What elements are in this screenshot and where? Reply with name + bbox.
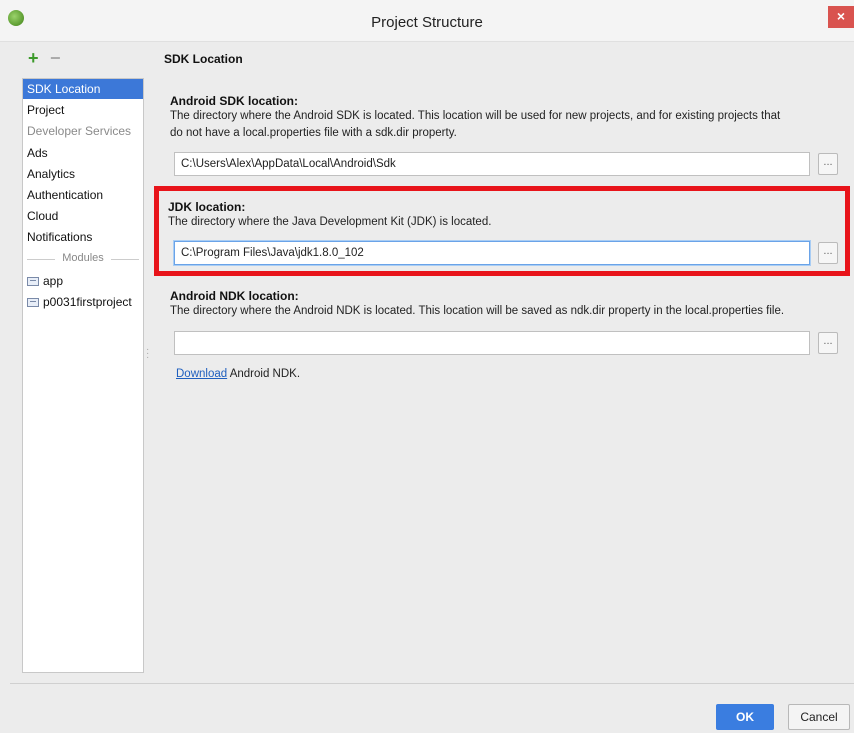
sidebar-item-cloud[interactable]: Cloud (23, 206, 143, 226)
android-sdk-path-field[interactable]: C:\Users\Alex\AppData\Local\Android\Sdk (174, 152, 810, 176)
sidebar-item-developer-services: Developer Services (27, 124, 132, 138)
android-ndk-description: The directory where the Android NDK is l… (170, 305, 785, 317)
page-title: SDK Location (164, 52, 243, 66)
sidebar-item-authentication[interactable]: Authentication (23, 185, 143, 205)
remove-icon[interactable]: − (50, 48, 61, 69)
module-item-app[interactable]: app (23, 271, 143, 291)
sidebar-item-project[interactable]: Project (23, 100, 143, 120)
jdk-path-field[interactable]: C:\Program Files\Java\jdk1.8.0_102 (174, 241, 810, 265)
cancel-button[interactable]: Cancel (788, 704, 850, 730)
sidebar-item-analytics[interactable]: Analytics (23, 164, 143, 184)
jdk-description: The directory where the Java Development… (168, 216, 492, 228)
jdk-browse-button[interactable]: ... (818, 242, 838, 264)
module-folder-icon (27, 277, 39, 286)
footer-divider (10, 683, 854, 684)
modules-separator: Modules (23, 249, 143, 269)
ok-button[interactable]: OK (716, 704, 774, 730)
module-label: p0031firstproject (43, 295, 132, 309)
sidebar: SDK Location Project Developer Services … (22, 78, 144, 673)
splitter-handle[interactable]: · · · (146, 345, 149, 363)
separator-line (111, 259, 139, 260)
android-sdk-title: Android SDK location: (170, 94, 298, 108)
android-ndk-path-field[interactable] (174, 331, 810, 355)
android-sdk-browse-button[interactable]: ... (818, 153, 838, 175)
android-sdk-description-line2: do not have a local.properties file with… (170, 127, 457, 139)
android-ndk-browse-button[interactable]: ... (818, 332, 838, 354)
add-icon[interactable]: + (28, 48, 39, 69)
ndk-download-row: Download Android NDK. (176, 366, 300, 383)
sidebar-item-notifications[interactable]: Notifications (23, 227, 143, 247)
module-item-p0031firstproject[interactable]: p0031firstproject (23, 292, 143, 312)
modules-label: Modules (62, 252, 104, 264)
download-ndk-suffix: Android NDK. (229, 368, 301, 380)
download-ndk-link[interactable]: Download (176, 368, 227, 380)
sidebar-item-sdk-location[interactable]: SDK Location (23, 79, 143, 99)
title-bar: Project Structure × (0, 0, 854, 42)
window-title: Project Structure (371, 14, 483, 31)
close-button[interactable]: × (828, 6, 854, 28)
android-sdk-description-line1: The directory where the Android SDK is l… (170, 110, 781, 122)
android-ndk-title: Android NDK location: (170, 289, 299, 303)
sidebar-item-ads[interactable]: Ads (23, 143, 143, 163)
jdk-title: JDK location: (168, 200, 246, 214)
module-folder-icon (27, 298, 39, 307)
module-label: app (43, 274, 64, 288)
